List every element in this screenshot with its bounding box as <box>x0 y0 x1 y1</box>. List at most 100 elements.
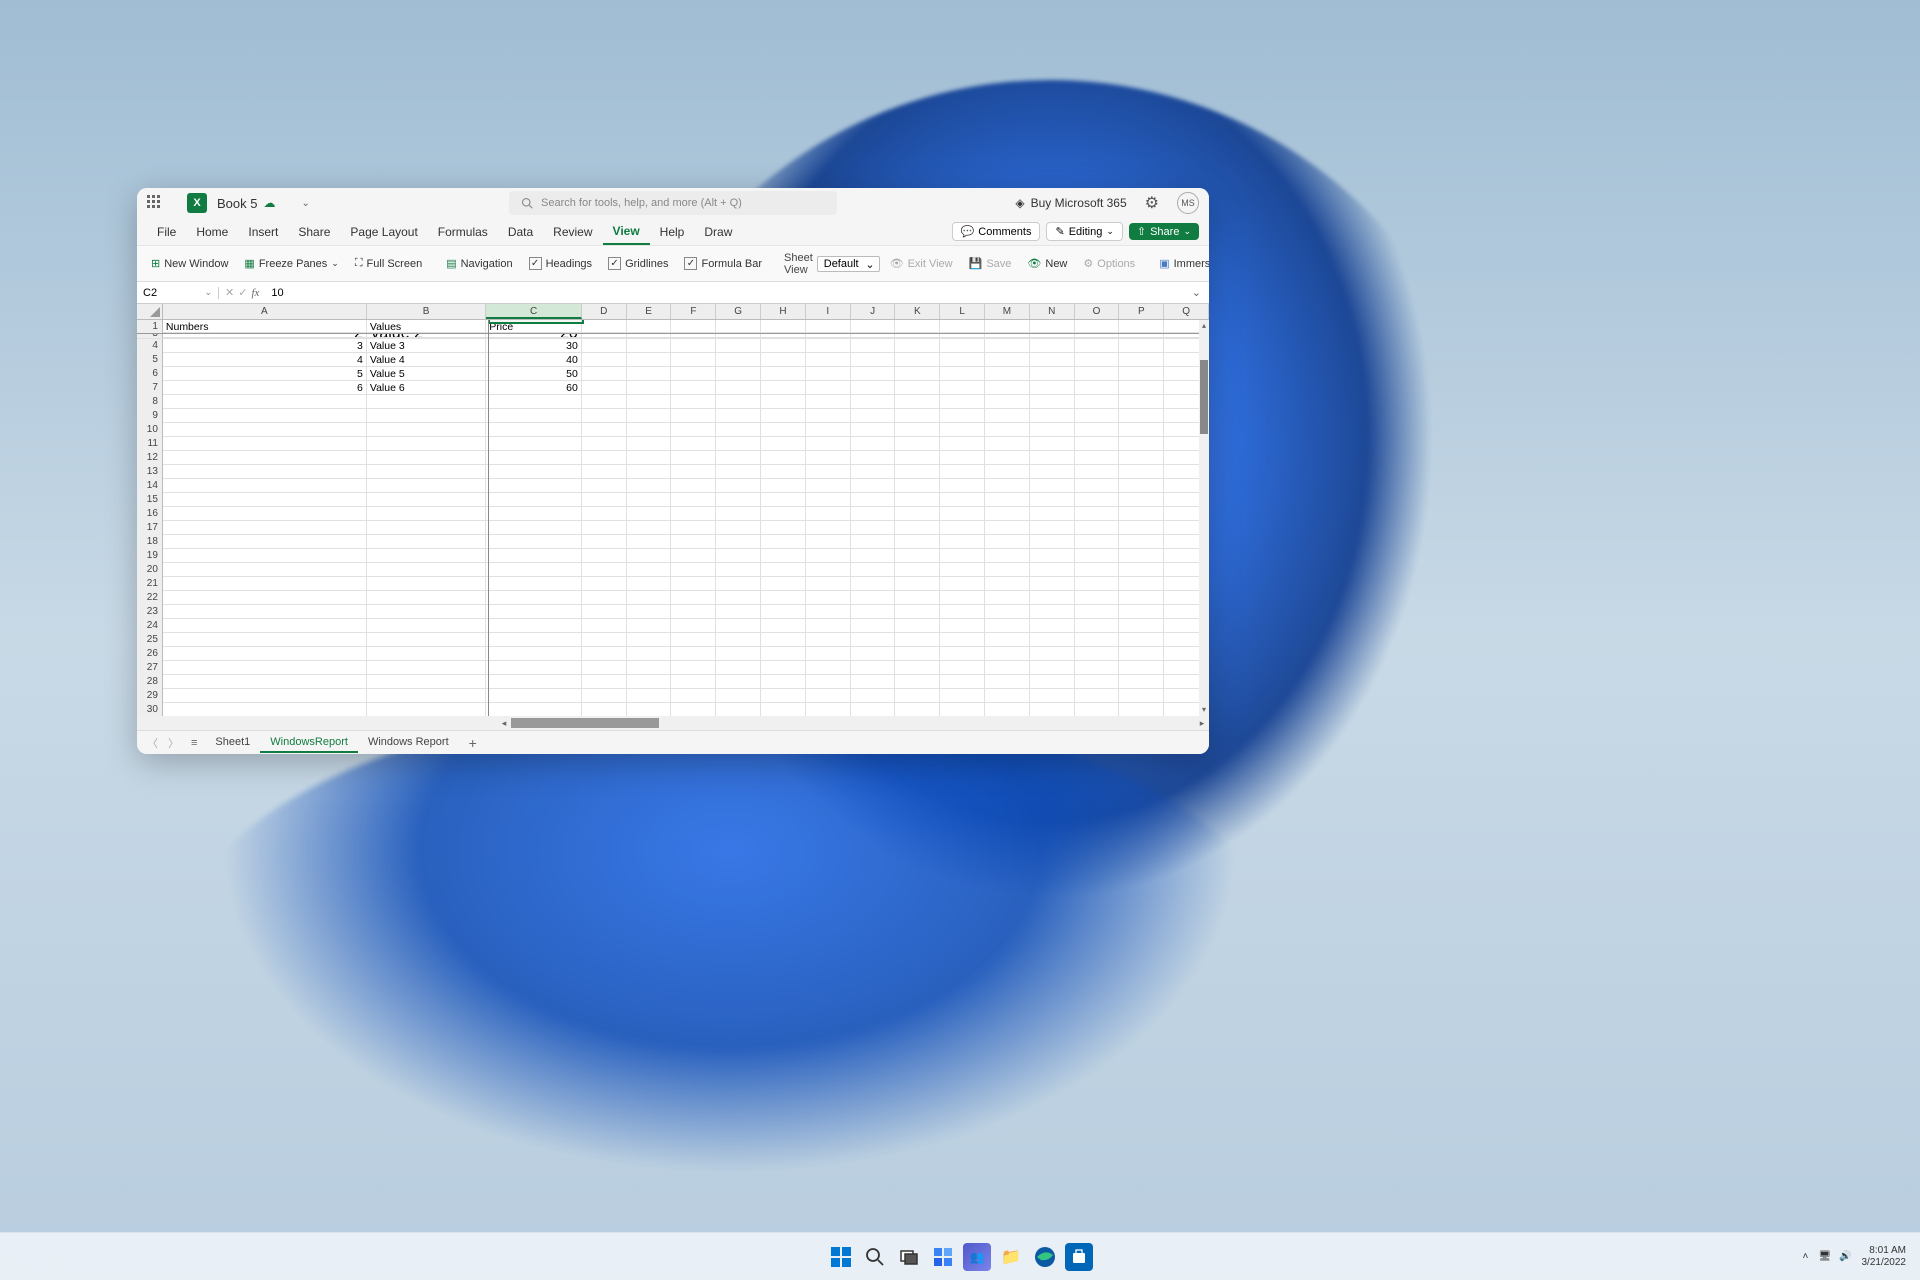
cell-J5[interactable] <box>851 353 896 367</box>
cell-K10[interactable] <box>895 423 940 437</box>
cell-J17[interactable] <box>851 521 896 535</box>
sheet-view-select[interactable]: Default⌄ <box>817 256 880 272</box>
name-box[interactable]: C2⌄ <box>137 287 219 299</box>
cell-A18[interactable] <box>163 535 367 549</box>
system-clock[interactable]: 8:01 AM 3/21/2022 <box>1862 1245 1907 1269</box>
cell-J25[interactable] <box>851 633 896 647</box>
cell-J12[interactable] <box>851 451 896 465</box>
row-header[interactable]: 4 <box>137 339 163 353</box>
cell-E7[interactable] <box>627 381 672 395</box>
cell-B12[interactable] <box>367 451 486 465</box>
cell-M11[interactable] <box>985 437 1030 451</box>
cell-A13[interactable] <box>163 465 367 479</box>
cell-A8[interactable] <box>163 395 367 409</box>
cell-H26[interactable] <box>761 647 806 661</box>
menu-tab-page-layout[interactable]: Page Layout <box>340 218 427 245</box>
search-input[interactable]: Search for tools, help, and more (Alt + … <box>509 191 837 215</box>
cell-K17[interactable] <box>895 521 940 535</box>
cell-E4[interactable] <box>627 339 672 353</box>
cell-E29[interactable] <box>627 689 672 703</box>
cell-B28[interactable] <box>367 675 486 689</box>
cell-P16[interactable] <box>1119 507 1164 521</box>
cell-N15[interactable] <box>1030 493 1075 507</box>
gridlines-checkbox[interactable]: ✓Gridlines <box>602 254 674 273</box>
cell-O8[interactable] <box>1075 395 1120 409</box>
cell-C4[interactable]: 30 <box>486 339 582 353</box>
cell-L3[interactable] <box>940 334 985 338</box>
cell-F18[interactable] <box>671 535 716 549</box>
cell-M29[interactable] <box>985 689 1030 703</box>
row-header[interactable]: 11 <box>137 437 163 451</box>
cell-K24[interactable] <box>895 619 940 633</box>
cell-N11[interactable] <box>1030 437 1075 451</box>
cell-C5[interactable]: 40 <box>486 353 582 367</box>
cell-G28[interactable] <box>716 675 761 689</box>
row-header[interactable]: 23 <box>137 605 163 619</box>
formula-input[interactable]: 10 <box>265 287 1183 299</box>
cell-D30[interactable] <box>582 703 627 716</box>
row-header[interactable]: 14 <box>137 479 163 493</box>
cell-K1[interactable] <box>895 320 940 333</box>
cell-P26[interactable] <box>1119 647 1164 661</box>
sheet-tab-windowsreport[interactable]: WindowsReport <box>260 733 358 753</box>
cell-I7[interactable] <box>806 381 851 395</box>
cell-K16[interactable] <box>895 507 940 521</box>
cell-J30[interactable] <box>851 703 896 716</box>
cell-N7[interactable] <box>1030 381 1075 395</box>
row-header[interactable]: 10 <box>137 423 163 437</box>
cell-D16[interactable] <box>582 507 627 521</box>
cell-L9[interactable] <box>940 409 985 423</box>
file-explorer-button[interactable]: 📁 <box>997 1243 1025 1271</box>
cell-K14[interactable] <box>895 479 940 493</box>
cell-N28[interactable] <box>1030 675 1075 689</box>
cell-L29[interactable] <box>940 689 985 703</box>
cell-D15[interactable] <box>582 493 627 507</box>
cell-A5[interactable]: 4 <box>163 353 367 367</box>
cell-M26[interactable] <box>985 647 1030 661</box>
cell-H17[interactable] <box>761 521 806 535</box>
cell-A4[interactable]: 3 <box>163 339 367 353</box>
cell-H3[interactable] <box>761 334 806 338</box>
cell-D7[interactable] <box>582 381 627 395</box>
cell-F21[interactable] <box>671 577 716 591</box>
cell-H7[interactable] <box>761 381 806 395</box>
row-header[interactable]: 26 <box>137 647 163 661</box>
cell-H25[interactable] <box>761 633 806 647</box>
cell-E13[interactable] <box>627 465 672 479</box>
cell-G13[interactable] <box>716 465 761 479</box>
cell-C8[interactable] <box>486 395 582 409</box>
new-window-button[interactable]: ⊞New Window <box>145 254 234 273</box>
cell-I11[interactable] <box>806 437 851 451</box>
cell-J16[interactable] <box>851 507 896 521</box>
row-header[interactable]: 30 <box>137 703 163 716</box>
row-header[interactable]: 15 <box>137 493 163 507</box>
cell-F29[interactable] <box>671 689 716 703</box>
cell-J6[interactable] <box>851 367 896 381</box>
cell-G19[interactable] <box>716 549 761 563</box>
cell-B6[interactable]: Value 5 <box>367 367 486 381</box>
column-header-H[interactable]: H <box>761 304 806 319</box>
cell-J27[interactable] <box>851 661 896 675</box>
cell-N29[interactable] <box>1030 689 1075 703</box>
cell-G8[interactable] <box>716 395 761 409</box>
cell-K3[interactable] <box>895 334 940 338</box>
cell-I15[interactable] <box>806 493 851 507</box>
menu-tab-view[interactable]: View <box>603 218 650 245</box>
cell-J28[interactable] <box>851 675 896 689</box>
cell-F26[interactable] <box>671 647 716 661</box>
cell-D19[interactable] <box>582 549 627 563</box>
column-header-A[interactable]: A <box>163 304 367 319</box>
cell-P28[interactable] <box>1119 675 1164 689</box>
cell-O28[interactable] <box>1075 675 1120 689</box>
menu-tab-file[interactable]: File <box>147 218 186 245</box>
cell-B5[interactable]: Value 4 <box>367 353 486 367</box>
scroll-up-arrow-icon[interactable]: ▴ <box>1199 320 1209 332</box>
cell-E21[interactable] <box>627 577 672 591</box>
cell-F6[interactable] <box>671 367 716 381</box>
cell-I6[interactable] <box>806 367 851 381</box>
menu-tab-data[interactable]: Data <box>498 218 543 245</box>
cell-F27[interactable] <box>671 661 716 675</box>
cell-G6[interactable] <box>716 367 761 381</box>
cell-O21[interactable] <box>1075 577 1120 591</box>
cell-K7[interactable] <box>895 381 940 395</box>
